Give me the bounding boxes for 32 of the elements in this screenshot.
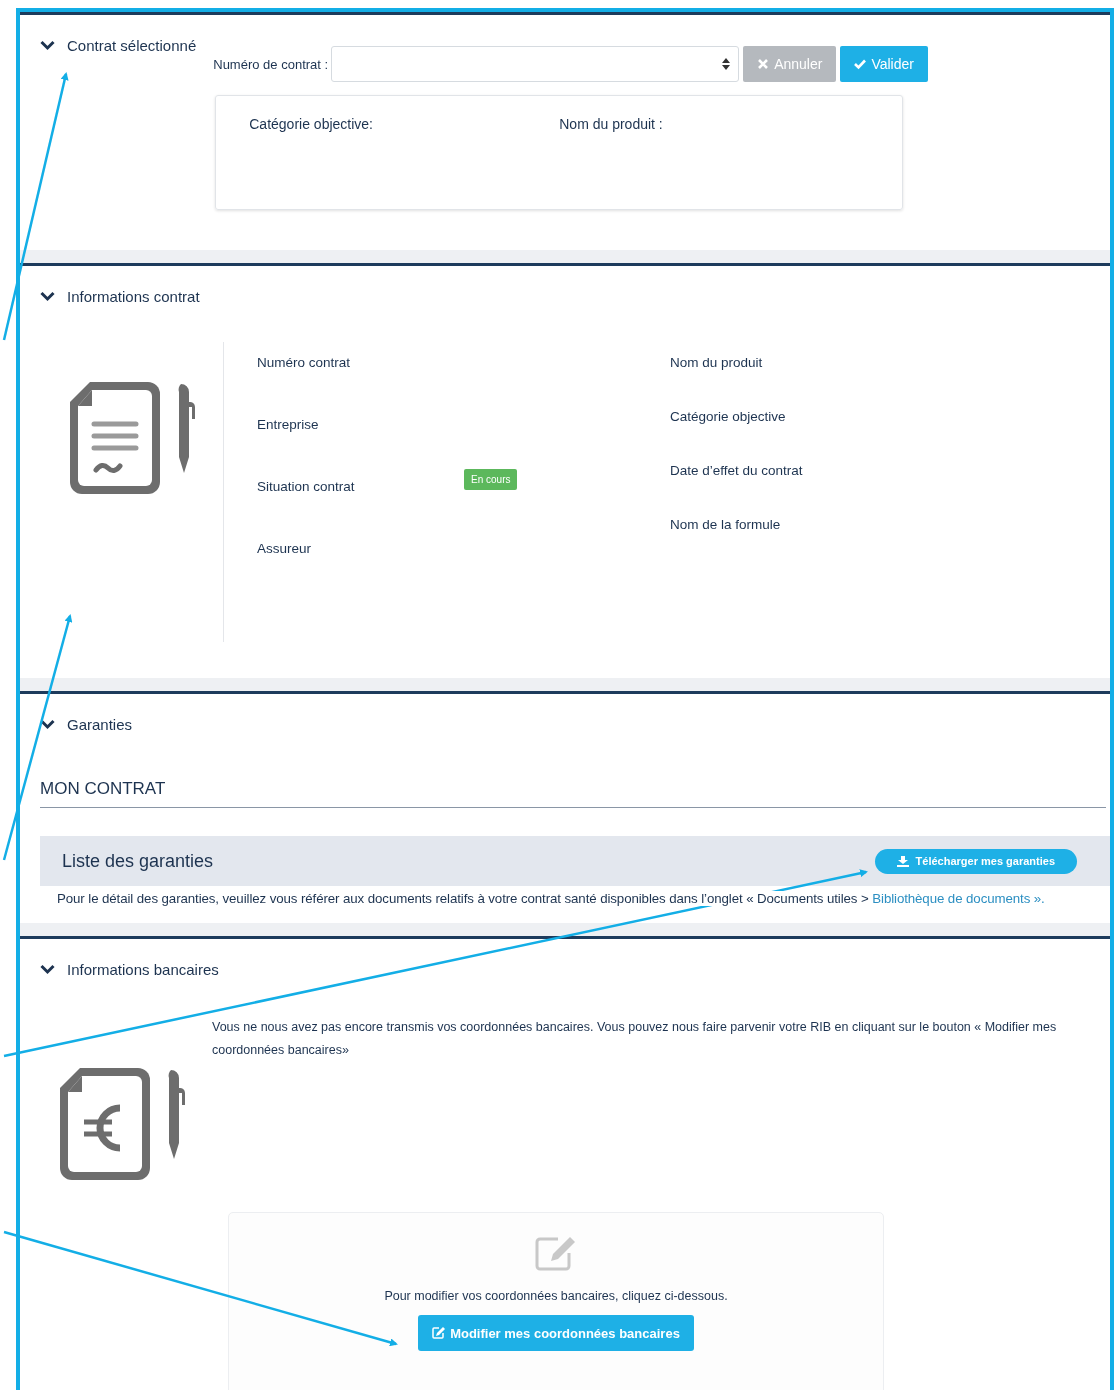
edit-icon	[534, 1235, 578, 1271]
section-header[interactable]: Garanties	[40, 716, 1110, 734]
field-label: Catégorie objective	[670, 408, 787, 424]
download-icon	[896, 855, 909, 867]
check-icon	[854, 58, 867, 70]
field-label: Numéro contrat	[257, 354, 352, 370]
field-label: Numéro de contrat :	[213, 56, 329, 72]
edit-icon	[432, 1327, 446, 1339]
section-header[interactable]: Informations contrat	[40, 287, 1110, 305]
cancel-button[interactable]: Annuler	[743, 46, 837, 82]
summary-label: Catégorie objective:	[249, 116, 374, 134]
card-text: Pour modifier vos coordonnées bancaires, cliquez ci-dessous.	[384, 1289, 728, 1303]
field-label: Entreprise	[257, 416, 320, 432]
section-header[interactable]: Contrat sélectionné	[40, 37, 197, 54]
contract-select[interactable]	[331, 46, 740, 82]
status-badge: En cours	[464, 468, 518, 490]
close-icon	[757, 58, 770, 70]
documents-link[interactable]: Bibliothèque de documents ».	[872, 891, 1045, 907]
download-button[interactable]: Télécharger mes garanties	[874, 848, 1077, 874]
list-title: Liste des garanties	[62, 850, 214, 872]
confirm-button[interactable]: Valider	[840, 46, 928, 82]
sort-icon	[722, 58, 731, 70]
field-label: Nom de la formule	[670, 516, 782, 532]
edit-bank-details-button[interactable]: Modifier mes coordonnées bancaires	[418, 1315, 694, 1351]
field-label: Nom du produit	[670, 354, 764, 370]
field-label: Date d’effet du contrat	[670, 462, 804, 478]
info-text: Vous ne nous avez pas encore transmis vos coordonnées bancaires. Vous pouvez nous faire parvenir votre RIB en cliquant sur le bouton « Modifier mes coordonnées bancaires»	[212, 1019, 1058, 1059]
section-heading: MON CONTRAT	[40, 779, 1106, 809]
field-label: Assureur	[257, 540, 313, 556]
summary-label: Nom du produit :	[559, 116, 664, 134]
field-label: Situation contrat	[257, 478, 356, 494]
section-header[interactable]: Informations bancaires	[40, 961, 1110, 978]
